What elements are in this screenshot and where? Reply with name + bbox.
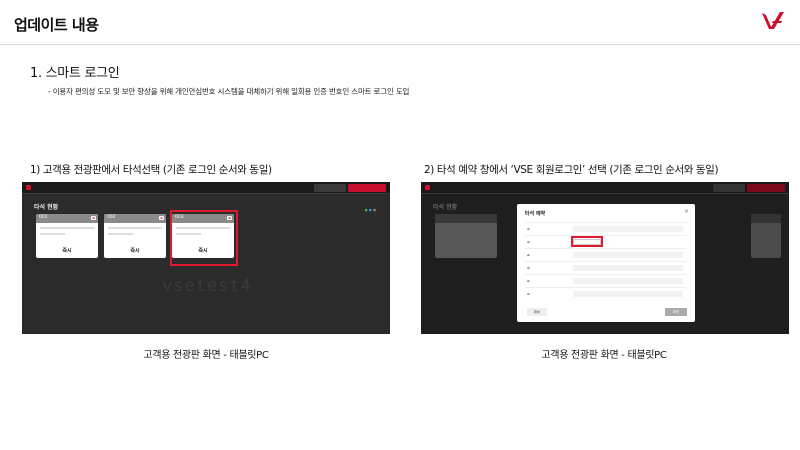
confirm-button[interactable]: 확인	[665, 308, 687, 316]
seat-info-line	[108, 227, 162, 229]
screen-header-button	[314, 184, 346, 192]
modal-row: ▬	[525, 261, 687, 274]
screen-title: 타석 현황	[34, 204, 59, 211]
modal-row: ▬	[525, 248, 687, 261]
right-screenshot: 타석 현황 타석 예약 × ▬ ▬ ▬ ▬ ▬ ▬ 취소 확인	[421, 182, 789, 334]
seat-number: 001	[39, 215, 48, 220]
page-header: 업데이트 내용	[0, 0, 800, 46]
seat-number: 002	[107, 215, 116, 220]
seat-reservation-modal: 타석 예약 × ▬ ▬ ▬ ▬ ▬ ▬ 취소 확인	[517, 204, 695, 322]
page-title: 업데이트 내용	[14, 16, 99, 34]
screen-header	[421, 182, 789, 194]
section-heading: 1. 스마트 로그인	[30, 66, 120, 81]
right-screen-caption: 고객용 전광판 화면 - 태블릿PC	[541, 350, 667, 361]
seat-card	[751, 214, 781, 258]
modal-title: 타석 예약	[525, 211, 546, 217]
seat-tag: ▬	[159, 216, 164, 220]
vse-login-highlight	[571, 236, 603, 247]
seat-card-002[interactable]: 002 ▬ 즉시	[104, 214, 166, 258]
left-screenshot: 타석 현황 ● ● ● 001 ▬ 즉시 002 ▬ 즉시 003 ▬ 즉시 vset…	[22, 182, 390, 334]
modal-row: ▬	[525, 222, 687, 235]
seat-card	[435, 214, 497, 258]
screen-logo-icon	[425, 185, 430, 190]
screen-header-button-red	[747, 184, 785, 192]
left-step-caption: 1) 고객용 전광판에서 타석선택 (기존 로그인 순서와 동일)	[30, 164, 272, 176]
close-icon[interactable]: ×	[684, 208, 689, 215]
modal-row: ▬	[525, 235, 687, 248]
cancel-button[interactable]: 취소	[527, 308, 547, 316]
screen-title: 타석 현황	[433, 204, 458, 211]
seat-card-001[interactable]: 001 ▬ 즉시	[36, 214, 98, 258]
seat-tag: ▬	[91, 216, 96, 220]
brand-logo-icon	[762, 12, 784, 29]
screen-header-button	[713, 184, 745, 192]
screen-header	[22, 182, 390, 194]
selected-seat-highlight	[170, 210, 238, 266]
seat-status: 즉시	[130, 248, 140, 254]
left-screen-caption: 고객용 전광판 화면 - 태블릿PC	[143, 350, 269, 361]
seat-info-line	[40, 227, 94, 229]
screen-header-button-red	[348, 184, 386, 192]
seat-status: 즉시	[62, 248, 72, 254]
header-divider	[0, 44, 800, 45]
screen-logo-icon	[26, 185, 31, 190]
section-description: - 이용자 편의성 도모 및 보안 향상을 위해 개인안심번호 시스템을 대체하…	[48, 87, 410, 96]
seat-info-line	[108, 233, 133, 235]
seat-info-line	[40, 233, 65, 235]
modal-row: ▬	[525, 274, 687, 287]
modal-row: ▬	[525, 287, 687, 300]
screen-legend: ● ● ●	[364, 208, 376, 212]
right-step-caption: 2) 타석 예약 창에서 ‘VSE 회원로그인’ 선택 (기존 로그인 순서와 …	[424, 164, 719, 176]
screen-watermark: vsetest4	[162, 276, 252, 296]
